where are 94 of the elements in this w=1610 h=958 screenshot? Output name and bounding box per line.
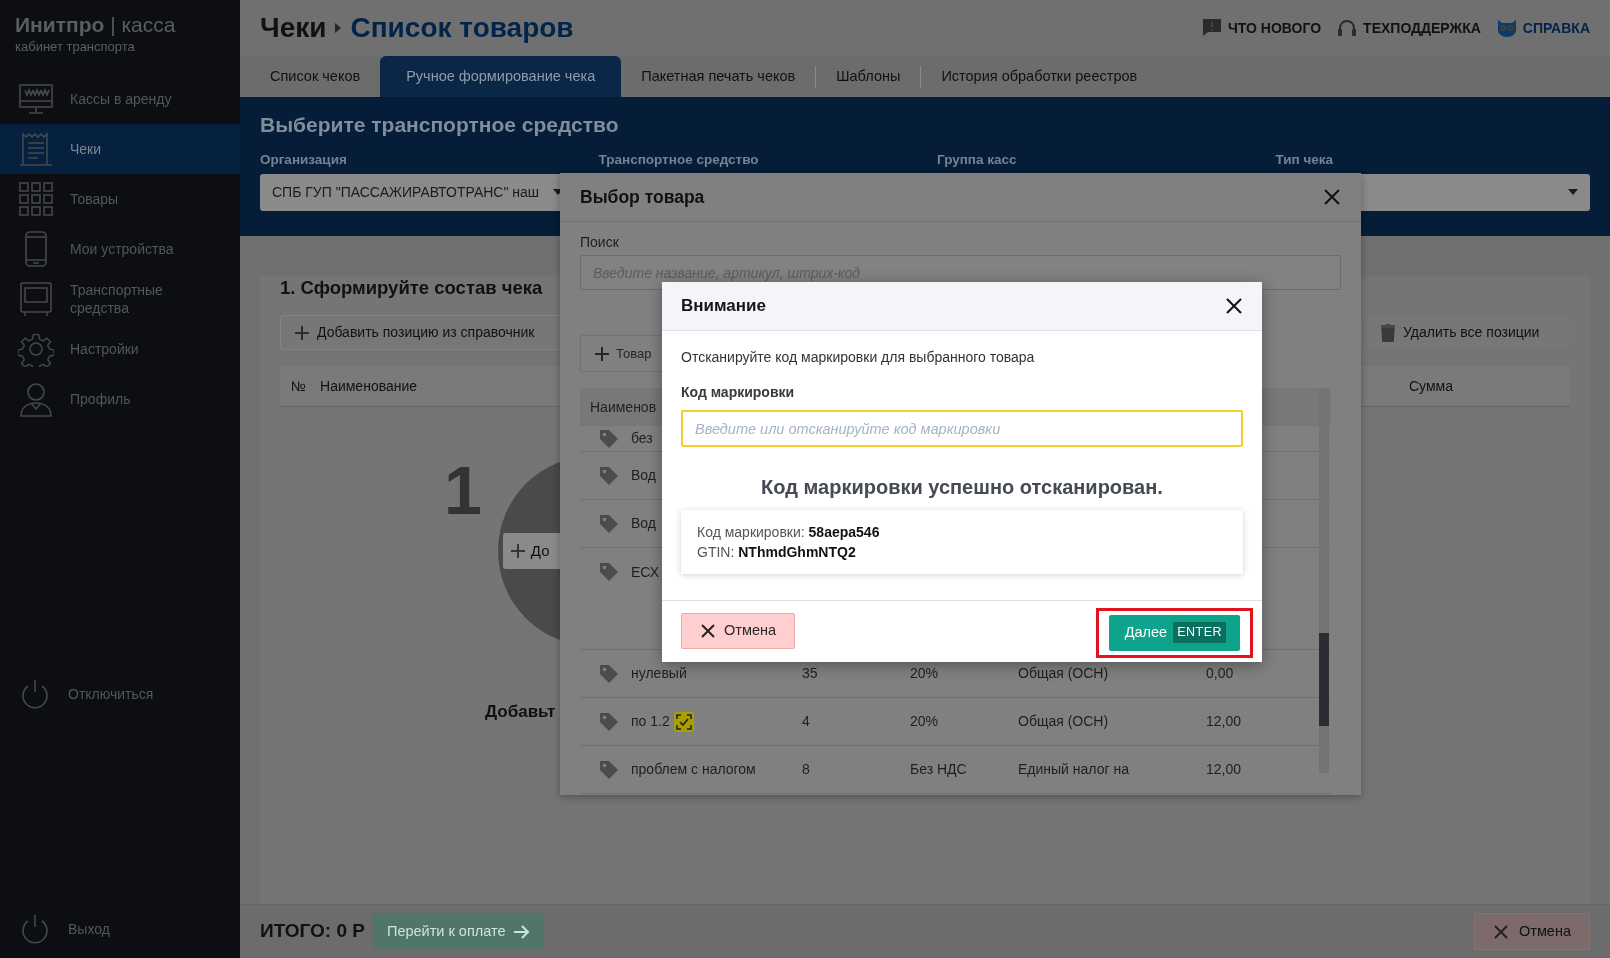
section-title: 1. Сформируйте состав чека bbox=[280, 276, 543, 299]
table-cell-text: 12,00 bbox=[1206, 760, 1243, 779]
table-cell-text: Общая (ОСН) bbox=[1018, 712, 1110, 731]
column-header: № bbox=[290, 376, 308, 396]
tag-icon bbox=[599, 428, 619, 449]
result-line: GTIN: NThmdGhmNTQ2 bbox=[697, 543, 857, 562]
field-label: Поиск bbox=[580, 233, 620, 252]
logo: Инитпро | касса bbox=[14, 12, 177, 38]
receipt-icon bbox=[18, 130, 54, 167]
field-label: Группа касс bbox=[937, 150, 1018, 169]
product-name: без bbox=[631, 430, 653, 446]
table-cell-text: Общая (ОСН) bbox=[1018, 664, 1110, 683]
tag-icon bbox=[599, 663, 619, 684]
header-link[interactable]: ТЕХПОДДЕРЖКА bbox=[1337, 17, 1481, 39]
section-title: Выберите транспортное средство bbox=[260, 112, 620, 138]
cancel-button[interactable]: Отмена bbox=[681, 613, 796, 649]
close-icon bbox=[1225, 297, 1243, 315]
table-cell-text: Единый налог на bbox=[1018, 760, 1130, 779]
next-button[interactable]: Далее ENTER bbox=[1108, 614, 1240, 651]
dialog-title: Внимание bbox=[681, 295, 766, 318]
header-link[interactable]: СПРАВКА bbox=[1496, 17, 1590, 39]
field-label: Организация bbox=[260, 150, 348, 169]
tab[interactable]: Шаблоны bbox=[816, 56, 921, 97]
tab[interactable]: Список чеков bbox=[250, 56, 381, 97]
arrow-right-icon bbox=[513, 924, 530, 939]
page-title: Список товаров bbox=[350, 11, 574, 45]
column-header: Сумма bbox=[1409, 376, 1453, 396]
tag-icon bbox=[599, 513, 619, 534]
success-message: Код маркировки успешно отсканирован. bbox=[760, 475, 1164, 500]
total-label: ИТОГО: 0 Р bbox=[260, 919, 365, 944]
tab[interactable]: Ручное формирование чека bbox=[380, 56, 622, 97]
sidebar-item[interactable]: Настройки bbox=[0, 323, 240, 374]
tab[interactable]: Пакетная печать чеков bbox=[621, 56, 816, 97]
dialog-title: Выбор товара bbox=[580, 185, 705, 209]
field-label: Транспортное средство bbox=[598, 150, 760, 169]
sidebar-item[interactable]: Профиль bbox=[0, 373, 240, 424]
code-field[interactable]: Введите или отсканируйте код маркировки bbox=[681, 410, 1243, 447]
header-link[interactable]: ЧТО НОВОГО bbox=[1201, 17, 1322, 39]
table-cell-text: 4 bbox=[802, 712, 811, 731]
scroll-thumb[interactable] bbox=[1319, 633, 1329, 726]
tag-icon bbox=[599, 465, 619, 486]
plus-icon bbox=[295, 325, 309, 340]
table-cell-text: Без НДС bbox=[910, 760, 968, 779]
tag-icon bbox=[599, 562, 619, 582]
grid-icon bbox=[18, 180, 54, 217]
person-icon bbox=[18, 380, 54, 417]
headset-icon bbox=[1337, 18, 1358, 38]
cancel-button[interactable]: Отмена bbox=[1473, 913, 1590, 950]
disconnect-item[interactable]: Отключиться bbox=[0, 668, 240, 719]
close-button[interactable] bbox=[1225, 297, 1243, 315]
table-cell-text: 12,00 bbox=[1206, 712, 1243, 731]
logo-subtitle: кабинет транспорта bbox=[14, 38, 136, 57]
table-cell-text: 8 bbox=[802, 760, 811, 779]
chevron-icon bbox=[334, 22, 343, 34]
close-icon bbox=[1323, 188, 1341, 206]
result-line: Код маркировки: 58aepa546 bbox=[697, 523, 881, 542]
close-icon bbox=[700, 623, 716, 639]
empty-state-hint: Добавьт bbox=[485, 701, 556, 723]
product-name: Вод bbox=[631, 467, 656, 483]
pay-button[interactable]: Перейти к оплате bbox=[373, 913, 544, 950]
caret-icon bbox=[1568, 189, 1578, 196]
sidebar-item[interactable]: Мои устройства bbox=[0, 223, 240, 274]
table-cell-text: 20% bbox=[910, 664, 940, 683]
table-cell-text: 0,00 bbox=[1206, 664, 1235, 683]
product-name: ЕСХ bbox=[631, 564, 659, 580]
sidebar-item[interactable]: Товары bbox=[0, 173, 240, 224]
plus-icon bbox=[595, 346, 609, 361]
close-icon bbox=[1492, 923, 1509, 940]
bus-icon bbox=[18, 280, 54, 317]
sidebar-item[interactable]: Транспортные средства bbox=[0, 273, 240, 324]
field-label: Тип чека bbox=[1275, 150, 1335, 169]
logout-item[interactable]: Выход bbox=[0, 904, 240, 954]
owl-icon bbox=[1496, 18, 1517, 38]
tab[interactable]: История обработки реестров bbox=[921, 56, 1158, 97]
scroll-bar[interactable] bbox=[1319, 388, 1329, 773]
sidebar-item[interactable]: Чеки bbox=[0, 123, 240, 174]
table-cell-text: 35 bbox=[802, 664, 819, 683]
tag-icon bbox=[599, 711, 619, 732]
delete-all-button[interactable]: Удалить все позиции bbox=[1366, 315, 1570, 350]
product-name: Вод bbox=[631, 515, 656, 531]
plus-icon bbox=[510, 544, 525, 558]
trash-icon bbox=[1381, 323, 1395, 342]
product-name: проблем с налогом bbox=[631, 761, 756, 777]
table-cell-text: 20% bbox=[910, 712, 940, 731]
sidebar-item[interactable]: Кассы в аренду bbox=[0, 73, 240, 124]
tag-icon bbox=[599, 759, 619, 780]
column-header: Наименование bbox=[320, 376, 418, 396]
column-header: Наименов bbox=[590, 397, 657, 417]
message-alert-icon bbox=[1201, 18, 1222, 38]
field-label: Код маркировки bbox=[681, 383, 796, 402]
product-name: нулевый bbox=[631, 665, 687, 681]
step-number: 1 bbox=[444, 456, 482, 524]
product-name: по 1.2 bbox=[631, 712, 670, 729]
breadcrumb-link[interactable]: Чеки bbox=[260, 7, 327, 49]
